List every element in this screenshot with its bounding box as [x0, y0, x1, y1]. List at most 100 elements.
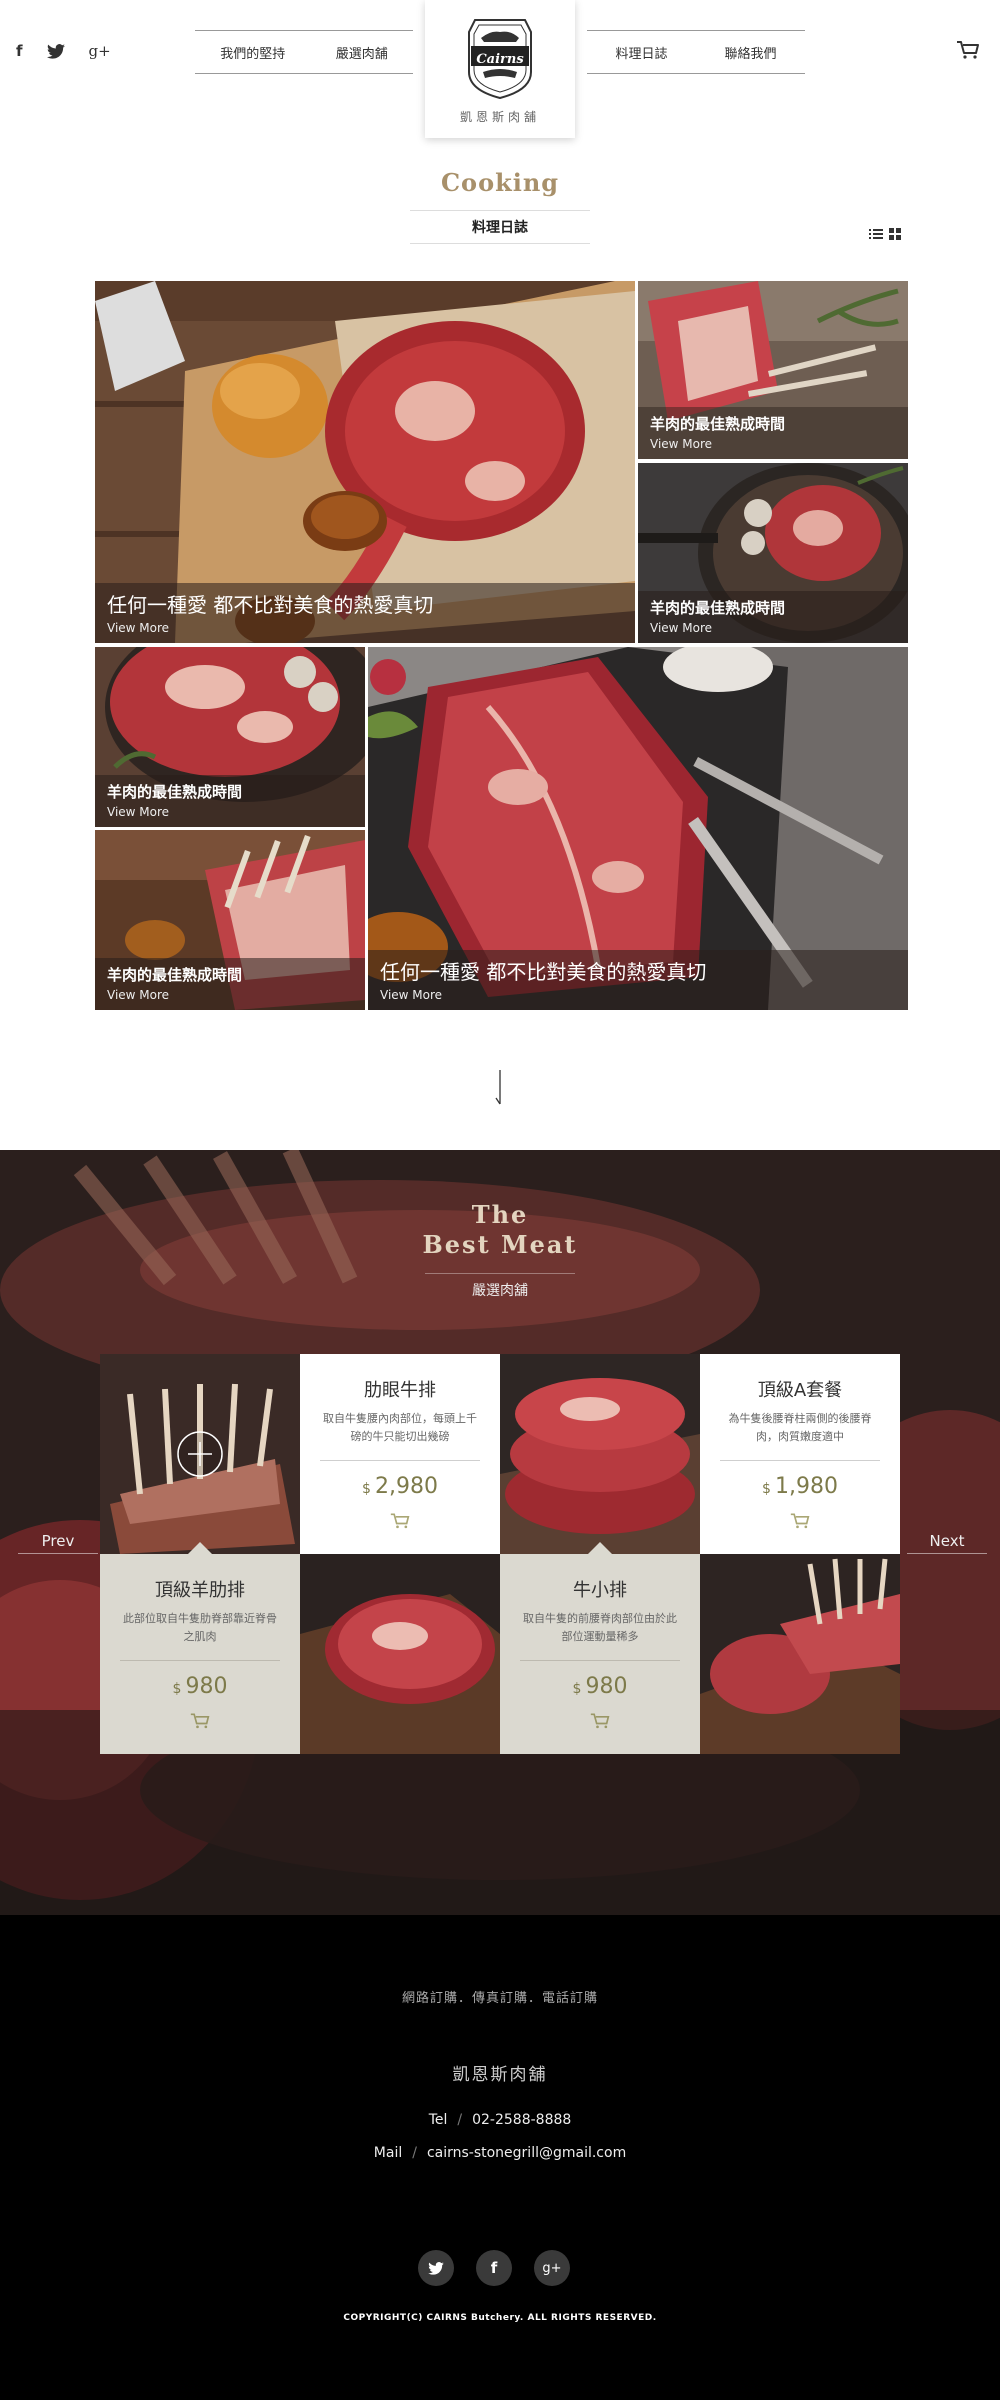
product-desc: 為牛隻後腰脊柱兩側的後腰脊肉，肉質嫩度適中: [728, 1412, 872, 1443]
product-price: $1,980: [700, 1474, 900, 1499]
product-photo-ribeye[interactable]: [500, 1354, 700, 1554]
product-name: 牛小排: [573, 1580, 627, 1601]
product-card[interactable]: 牛小排 取自牛隻的前腰脊肉部位由於此部位運動量稀多 $980: [500, 1542, 700, 1754]
facebook-icon[interactable]: f: [16, 42, 23, 60]
view-more-link[interactable]: View More: [107, 988, 353, 1002]
product-price: $2,980: [300, 1474, 500, 1499]
divider: [120, 1660, 280, 1661]
journal-tile[interactable]: 羊肉的最佳熟成時間 View More: [638, 281, 908, 459]
tile-title: 羊肉的最佳熟成時間: [650, 599, 786, 617]
view-toggle: [869, 228, 901, 240]
best-meat-title-line1: The: [471, 1200, 529, 1229]
product-card[interactable]: 肋眼牛排 取自牛隻腰內肉部位，每頭上千磅的牛只能切出幾磅 $2,980: [300, 1354, 500, 1566]
product-desc: 取自牛隻的前腰脊肉部位由於此部位運動量稀多: [523, 1612, 677, 1643]
view-more-link[interactable]: View More: [380, 988, 896, 1002]
divider: [320, 1460, 480, 1461]
view-more-link[interactable]: View More: [107, 621, 623, 635]
tile-caption: 任何一種愛 都不比對美食的熱愛真切 View More: [368, 950, 908, 1010]
list-view-icon[interactable]: [869, 228, 883, 240]
add-plus-icon[interactable]: [176, 1430, 224, 1478]
mail-address[interactable]: cairns-stonegrill@gmail.com: [427, 2145, 626, 2161]
tile-caption: 羊肉的最佳熟成時間 View More: [638, 591, 908, 643]
nav-item-shop[interactable]: 嚴選肉舖: [336, 43, 388, 62]
footer-store-name: 凱恩斯肉舖: [452, 2065, 548, 2085]
tile-title: 任何一種愛 都不比對美食的熱愛真切: [107, 593, 434, 617]
currency: $: [762, 1481, 771, 1497]
product-name: 頂級羊肋排: [155, 1580, 245, 1601]
tile-caption: 任何一種愛 都不比對美食的熱愛真切 View More: [95, 583, 635, 643]
next-button[interactable]: Next: [907, 1530, 987, 1554]
view-more-link[interactable]: View More: [650, 621, 896, 635]
footer-social-links: f g+: [418, 2250, 570, 2286]
tile-caption: 羊肉的最佳熟成時間 View More: [95, 775, 365, 827]
divider: [520, 1660, 680, 1661]
tile-title: 羊肉的最佳熟成時間: [107, 783, 243, 801]
currency: $: [362, 1481, 371, 1497]
journal-tile-featured[interactable]: 任何一種愛 都不比對美食的熱愛真切 View More: [368, 647, 908, 1010]
tile-caption: 羊肉的最佳熟成時間 View More: [638, 407, 908, 459]
copyright: COPYRIGHT(C) CAIRNS Butchery. ALL RIGHTS…: [343, 2313, 657, 2323]
nav-item-journal[interactable]: 料理日誌: [615, 43, 667, 62]
twitter-icon[interactable]: [418, 2250, 454, 2286]
tel-label: Tel: [428, 2112, 448, 2128]
product-price: $980: [100, 1674, 300, 1699]
logo[interactable]: Cairns 凱恩斯肉舖: [425, 0, 575, 138]
journal-tile[interactable]: 羊肉的最佳熟成時間 View More: [638, 463, 908, 643]
separator: /: [457, 2112, 463, 2128]
stacked-steaks-photo: [500, 1354, 700, 1554]
journal-tile[interactable]: 羊肉的最佳熟成時間 View More: [95, 830, 365, 1010]
product-card[interactable]: 頂級羊肋排 此部位取自牛隻肋脊部靠近脊骨之肌肉 $980: [100, 1542, 300, 1754]
tile-title: 羊肉的最佳熟成時間: [107, 966, 243, 984]
add-to-cart-icon[interactable]: [190, 1712, 210, 1730]
prev-button[interactable]: Prev: [18, 1530, 98, 1554]
card-pointer: [588, 1542, 612, 1554]
site-footer: 網路訂購．傳真訂購．電話訂購 凱恩斯肉舖 Tel / 02-2588-8888 Ma…: [0, 1915, 1000, 2400]
tel-number[interactable]: 02-2588-8888: [472, 2112, 571, 2128]
product-desc: 取自牛隻腰內肉部位，每頭上千磅的牛只能切出幾磅: [323, 1412, 477, 1443]
best-meat-section: The Best Meat 嚴選肉舖 Prev Next 肋眼牛排 取自牛隻腰內…: [0, 1150, 1000, 1915]
googleplus-icon[interactable]: g+: [89, 42, 111, 60]
best-meat-title: The Best Meat: [0, 1200, 1000, 1260]
nav-left: 我們的堅持 嚴選肉舖: [195, 30, 413, 74]
cart-icon[interactable]: [956, 40, 980, 60]
best-meat-title-line2: Best Meat: [422, 1230, 578, 1259]
product-price: $980: [500, 1674, 700, 1699]
divider: [720, 1460, 880, 1461]
add-to-cart-icon[interactable]: [590, 1712, 610, 1730]
tile-title: 羊肉的最佳熟成時間: [650, 415, 786, 433]
add-to-cart-icon[interactable]: [390, 1512, 410, 1530]
lamb-chops-photo: [700, 1554, 900, 1754]
currency: $: [172, 1681, 182, 1697]
add-to-cart-icon[interactable]: [790, 1512, 810, 1530]
best-meat-subtitle: 嚴選肉舖: [425, 1273, 575, 1306]
nav-item-contact[interactable]: 聯絡我們: [724, 43, 776, 62]
twitter-icon[interactable]: [46, 43, 65, 59]
site-header: f g+ 我們的堅持 嚴選肉舖 Cairns 凱恩斯肉舖 料理日誌 聯絡我們: [0, 0, 1000, 145]
header-social-links: f g+: [16, 42, 111, 60]
journal-tile[interactable]: 羊肉的最佳熟成時間 View More: [95, 647, 365, 827]
product-photo-lamb[interactable]: [100, 1354, 300, 1554]
googleplus-icon[interactable]: g+: [534, 2250, 570, 2286]
steak-board-photo: [300, 1554, 500, 1754]
footer-tel: Tel / 02-2588-8888: [0, 2112, 1000, 2128]
card-pointer: [188, 1542, 212, 1554]
view-more-link[interactable]: View More: [107, 805, 353, 819]
facebook-icon[interactable]: f: [476, 2250, 512, 2286]
product-card[interactable]: 頂級A套餐 為牛隻後腰脊柱兩側的後腰脊肉，肉質嫩度適中 $1,980: [700, 1354, 900, 1566]
product-desc: 此部位取自牛隻肋脊部靠近脊骨之肌肉: [123, 1612, 277, 1643]
grid-view-icon[interactable]: [889, 228, 901, 240]
cooking-subtitle: 料理日誌: [410, 210, 590, 244]
product-name: 肋眼牛排: [364, 1380, 436, 1401]
view-more-link[interactable]: View More: [650, 437, 896, 451]
product-photo-lamb-chops[interactable]: [700, 1554, 900, 1754]
order-methods: 網路訂購．傳真訂購．電話訂購: [401, 1991, 598, 2006]
separator: /: [412, 2145, 417, 2161]
product-photo-steak[interactable]: [300, 1554, 500, 1754]
product-name: 頂級A套餐: [757, 1380, 843, 1401]
scroll-down-arrow-icon[interactable]: [493, 1070, 507, 1106]
price-value: 980: [185, 1674, 228, 1699]
nav-item-commitment[interactable]: 我們的堅持: [220, 43, 285, 62]
journal-tile-featured[interactable]: 任何一種愛 都不比對美食的熱愛真切 View More: [95, 281, 635, 643]
price-value: 2,980: [374, 1474, 438, 1499]
tile-title: 任何一種愛 都不比對美食的熱愛真切: [380, 960, 707, 984]
